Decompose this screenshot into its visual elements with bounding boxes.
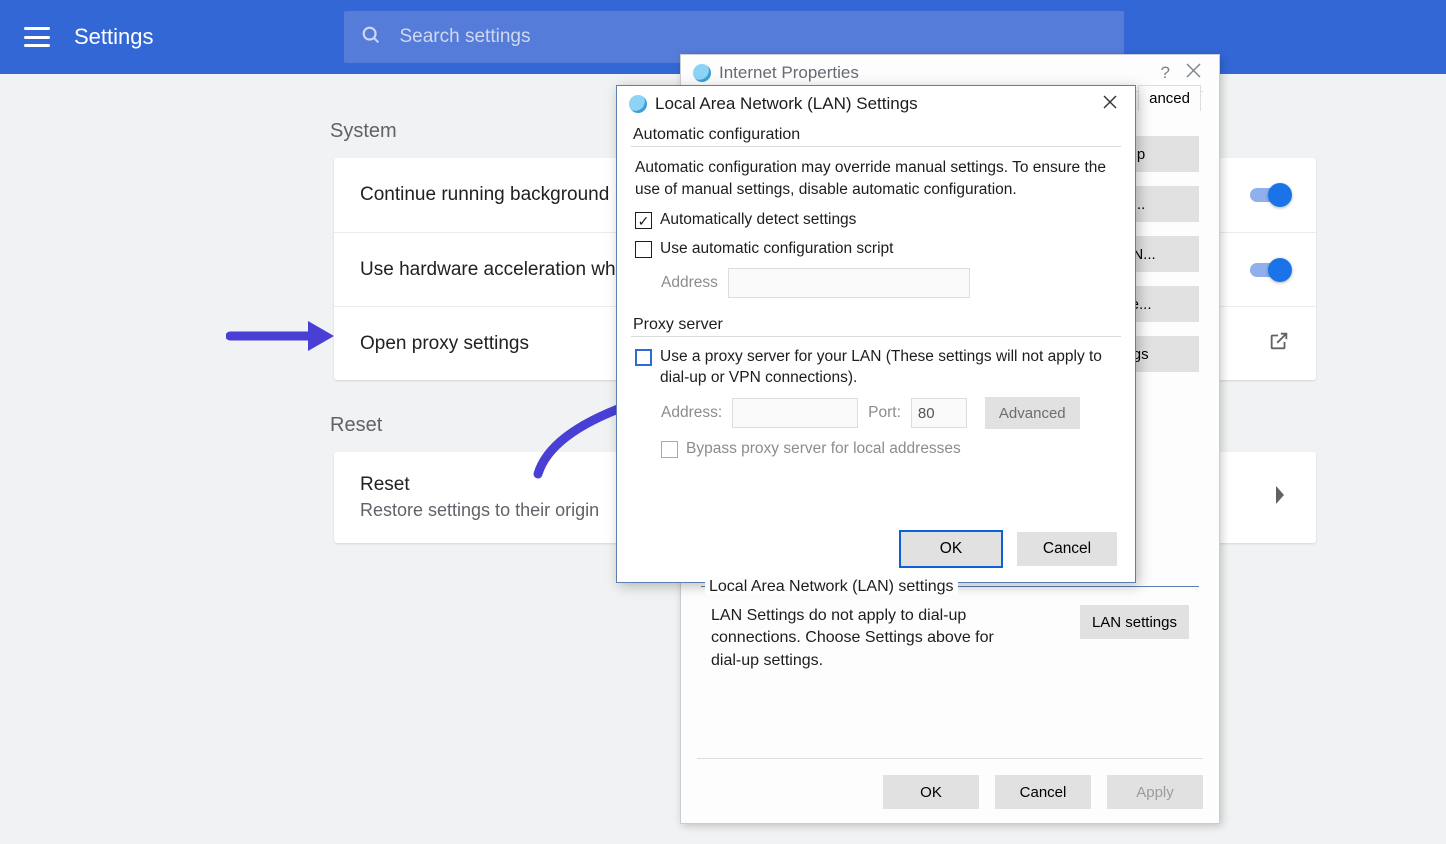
apply-button[interactable]: Apply (1107, 775, 1203, 809)
checkbox-label: Use automatic configuration script (660, 239, 893, 260)
window-titlebar[interactable]: Local Area Network (LAN) Settings (617, 86, 1135, 122)
address-label: Address (661, 274, 718, 292)
proxy-address-label: Address: (661, 404, 722, 422)
cancel-button[interactable]: Cancel (995, 775, 1091, 809)
row-label: Use hardware acceleration wh (360, 259, 616, 281)
proxy-port-label: Port: (868, 404, 901, 422)
section-label-system: System (330, 120, 397, 143)
ok-button[interactable]: OK (883, 775, 979, 809)
tab-advanced[interactable]: anced (1138, 85, 1201, 111)
close-icon[interactable] (1097, 94, 1123, 114)
chevron-right-icon (1274, 486, 1286, 509)
group-title: Proxy server (631, 316, 1121, 334)
group-automatic-config: Automatic configuration Automatic config… (631, 126, 1121, 306)
cancel-button[interactable]: Cancel (1017, 532, 1117, 566)
annotation-arrow-icon (226, 319, 336, 353)
group-proxy-server: Proxy server Use a proxy server for your… (631, 316, 1121, 476)
checkbox-label: Use a proxy server for your LAN (These s… (660, 347, 1117, 389)
row-label: Continue running background (360, 184, 609, 206)
lan-section-label: Local Area Network (LAN) settings (705, 578, 958, 595)
help-icon[interactable]: ? (1151, 63, 1180, 83)
section-label-reset: Reset (330, 414, 382, 437)
lan-settings-window: Local Area Network (LAN) Settings Automa… (616, 85, 1136, 583)
proxy-port-input[interactable] (911, 398, 967, 428)
window-title: Local Area Network (LAN) Settings (655, 94, 918, 114)
proxy-address-input[interactable] (732, 398, 858, 428)
external-link-icon (1268, 330, 1290, 357)
search-input[interactable] (400, 26, 1124, 48)
globe-icon (693, 64, 711, 82)
ok-button[interactable]: OK (901, 532, 1001, 566)
lan-settings-button[interactable]: LAN settings (1080, 605, 1189, 639)
page-title: Settings (74, 24, 154, 50)
group-title: Automatic configuration (631, 126, 1121, 144)
lan-description: LAN Settings do not apply to dial-up con… (711, 605, 1021, 672)
checkbox-label: Bypass proxy server for local addresses (686, 439, 961, 460)
script-address-input[interactable] (728, 268, 970, 298)
row-label: Open proxy settings (360, 333, 529, 355)
globe-icon (629, 95, 647, 113)
checkbox-use-script[interactable] (635, 241, 652, 258)
reset-subtitle: Restore settings to their origin (360, 500, 599, 521)
window-title: Internet Properties (719, 63, 859, 83)
checkbox-bypass-local[interactable] (661, 441, 678, 458)
toggle-background-apps[interactable] (1250, 188, 1290, 202)
search-icon (360, 24, 382, 51)
checkbox-auto-detect[interactable]: ✓ (635, 212, 652, 229)
menu-icon[interactable] (24, 27, 50, 47)
toggle-hardware-accel[interactable] (1250, 263, 1290, 277)
checkbox-label: Automatically detect settings (660, 210, 856, 231)
advanced-button[interactable]: Advanced (985, 397, 1080, 429)
auto-config-description: Automatic configuration may override man… (635, 157, 1117, 200)
reset-title: Reset (360, 474, 599, 496)
checkbox-use-proxy[interactable] (635, 349, 652, 366)
close-icon[interactable] (1180, 63, 1207, 83)
